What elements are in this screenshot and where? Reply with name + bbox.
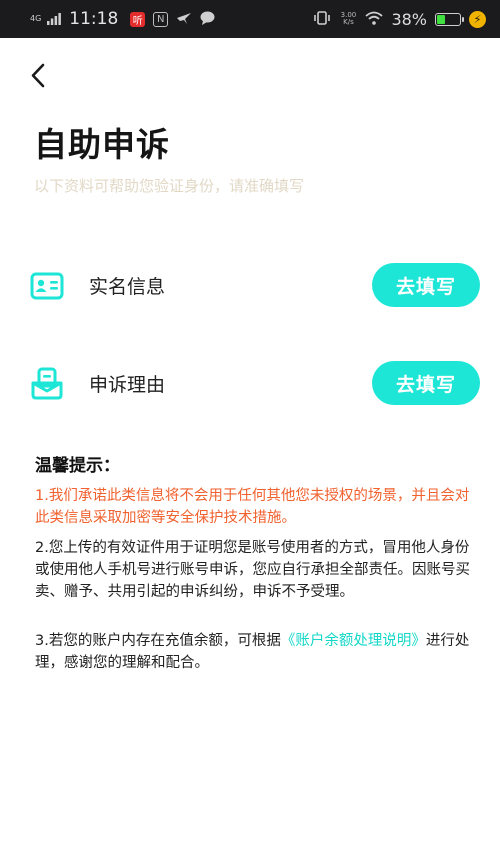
network-speed: 3.00 K/s: [340, 11, 357, 26]
wifi-icon: [365, 10, 384, 29]
appeal-reason-row: 申诉理由 去填写: [0, 361, 500, 407]
vibrate-icon: [313, 10, 331, 29]
real-name-info-row: 实名信息 去填写: [0, 263, 500, 309]
tip-balance-prefix: 3.若您的账户内存在充值余额，可根据: [35, 633, 281, 649]
signal-icon: [47, 10, 62, 29]
appeal-document-icon: [30, 367, 64, 401]
page-title: 自助申诉: [34, 125, 170, 164]
carrier-label: 4G: [30, 14, 42, 23]
tips-title: 温馨提示：: [35, 456, 120, 476]
appeal-reason-label: 申诉理由: [89, 374, 166, 396]
tip-identity-responsibility: 2.您上传的有效证件用于证明您是账号使用者的方式，冒用他人身份或使用他人手机号进…: [35, 540, 470, 600]
status-bar-right: 3.00 K/s 38% ⚡: [313, 10, 486, 29]
back-button[interactable]: [26, 58, 54, 94]
id-card-icon: [30, 269, 64, 303]
fill-appeal-reason-button[interactable]: 去填写: [372, 361, 480, 405]
chat-bubble-icon: [200, 10, 215, 29]
airplane-icon: [176, 10, 192, 29]
charging-icon: ⚡: [469, 10, 486, 28]
real-name-info-label: 实名信息: [89, 276, 166, 298]
n-app-icon: N: [153, 11, 169, 27]
status-time: 11:18: [69, 9, 119, 29]
listen-app-icon: 听: [130, 11, 146, 27]
fill-real-name-button[interactable]: 去填写: [372, 263, 480, 307]
balance-explanation-link[interactable]: 《账户余额处理说明》: [281, 633, 426, 649]
chevron-left-icon: [31, 63, 45, 88]
status-bar: 4G 11:18 听 N 3.00 K/s 38% ⚡: [0, 0, 500, 38]
tip-balance-handling: 3.若您的账户内存在充值余额，可根据《账户余额处理说明》进行处理，感谢您的理解和…: [35, 630, 471, 674]
battery-percent: 38%: [391, 9, 427, 29]
battery-icon: [435, 12, 464, 26]
tip-privacy-promise: 1.我们承诺此类信息将不会用于任何其他您未授权的场景，并且会对此类信息采取加密等…: [35, 488, 470, 526]
page-subtitle: 以下资料可帮助您验证身份，请准确填写: [34, 177, 305, 195]
status-bar-left: 4G 11:18 听 N: [30, 9, 215, 29]
